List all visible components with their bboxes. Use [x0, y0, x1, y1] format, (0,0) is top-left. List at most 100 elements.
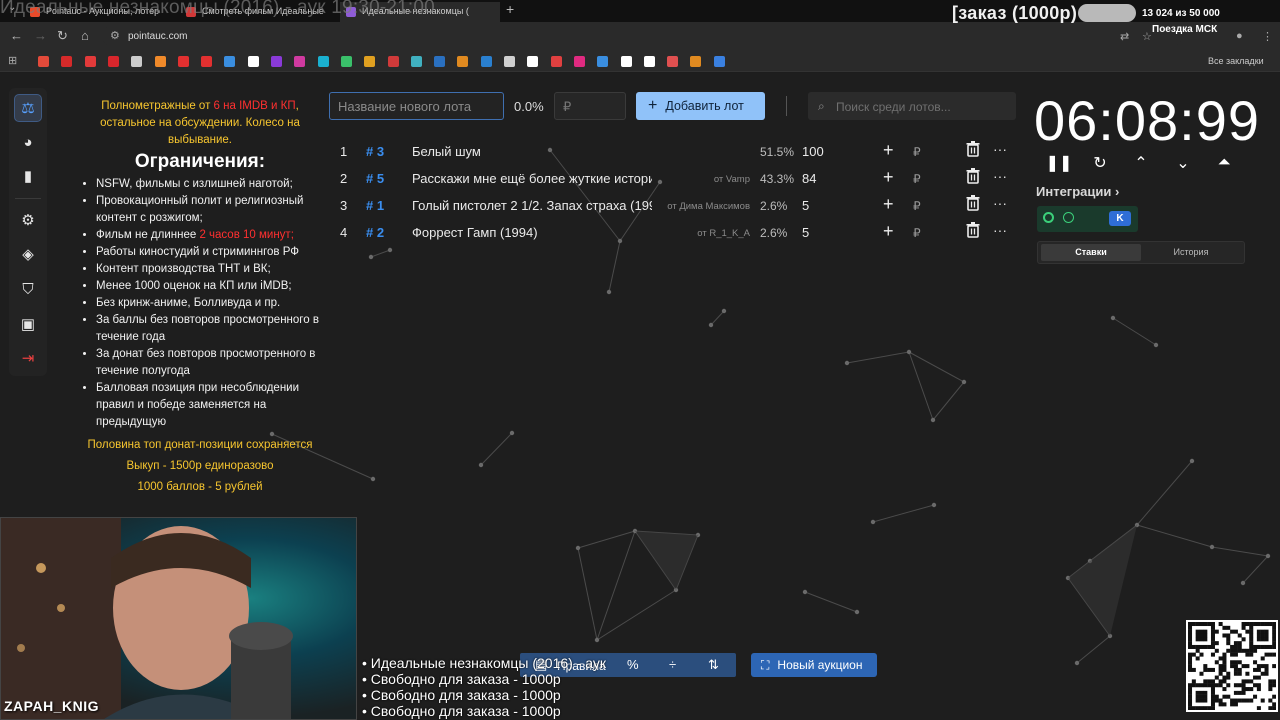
bookmark-favicon-icon[interactable]: [573, 56, 585, 67]
bookmark-favicon-icon[interactable]: [317, 56, 329, 67]
bookmark-favicon-icon[interactable]: [410, 56, 422, 67]
lot-amount[interactable]: 100: [802, 144, 824, 159]
new-lot-name-input[interactable]: [329, 92, 504, 120]
currency-icon: ₽: [913, 172, 921, 186]
lot-index: 4: [340, 225, 348, 240]
bookmark-favicon-icon[interactable]: [224, 56, 236, 67]
bookmark-favicon-icon[interactable]: [690, 56, 702, 67]
reload-icon[interactable]: ↻: [57, 28, 68, 44]
lot-amount[interactable]: 5: [802, 225, 809, 240]
add-lot-button[interactable]: + Добавить лот: [636, 92, 765, 120]
lot-amount[interactable]: 84: [802, 171, 816, 186]
address-bar[interactable]: [102, 26, 1182, 46]
sidebar-media-icon[interactable]: ▣: [14, 310, 42, 338]
bookmark-favicon-icon[interactable]: [364, 56, 376, 67]
home-icon[interactable]: ⌂: [81, 28, 89, 43]
bookmark-favicon-icon[interactable]: [201, 56, 213, 67]
add-amount-icon[interactable]: +: [883, 167, 894, 188]
pause-icon[interactable]: ❚❚: [1046, 153, 1073, 173]
bookmark-favicon-icon[interactable]: [434, 56, 446, 67]
stream-title-overlay: Идеальные незнакомцы (2016) - аук 19:30-…: [0, 0, 435, 18]
bookmark-favicon-icon[interactable]: [247, 56, 259, 67]
bookmark-favicon-icon[interactable]: [643, 56, 655, 67]
bookmark-favicon-icon[interactable]: [177, 56, 189, 67]
site-info-icon[interactable]: ⚙: [110, 29, 120, 42]
bookmark-favicon-icon[interactable]: [457, 56, 469, 67]
integrations-toggle[interactable]: Интеграции ›: [1036, 184, 1119, 199]
bookmark-favicon-icon[interactable]: [387, 56, 399, 67]
bookmark-favicon-icon[interactable]: [597, 56, 609, 67]
delete-lot-icon[interactable]: [966, 141, 980, 160]
add-time-icon[interactable]: ⌃: [1131, 153, 1151, 173]
integration-active-icon[interactable]: [1043, 212, 1054, 223]
lot-row[interactable]: 2 # 5 Расскажи мне ещё более жуткие истори…: [330, 164, 1018, 191]
bookmark-favicon-icon[interactable]: [154, 56, 166, 67]
delete-lot-icon[interactable]: [966, 168, 980, 187]
all-bookmarks-link[interactable]: Все закладки: [1208, 56, 1264, 66]
sidebar-shield-icon[interactable]: ⛉: [14, 275, 42, 303]
bookmark-favicon-icon[interactable]: [107, 56, 119, 67]
bookmark-favicon-icon[interactable]: [84, 56, 96, 67]
lot-row[interactable]: 4 # 2 Форрест Гамп (1994) от R_1_K_A 2.6% 5 + ₽…: [330, 218, 1018, 245]
more-options-icon[interactable]: ···: [993, 222, 1007, 238]
add-amount-icon[interactable]: +: [883, 221, 894, 242]
sidebar-auction-icon[interactable]: ⚖: [14, 94, 42, 122]
tab-history[interactable]: История: [1141, 244, 1241, 261]
more-options-icon[interactable]: ···: [993, 141, 1007, 157]
delete-lot-icon[interactable]: [966, 222, 980, 241]
bookmark-favicon-icon[interactable]: [504, 56, 515, 67]
new-auction-button[interactable]: ⛶ Новый аукцион: [751, 653, 877, 677]
bookmark-star-icon[interactable]: ☆: [1142, 30, 1152, 43]
new-tab-button[interactable]: +: [506, 1, 514, 17]
add-amount-icon[interactable]: +: [883, 140, 894, 161]
bookmark-favicon-icon[interactable]: [131, 56, 143, 67]
lot-name[interactable]: Расскажи мне ещё более жуткие истории (2…: [412, 171, 652, 186]
sidebar-wheel-icon[interactable]: ◕: [14, 128, 42, 156]
bookmark-favicon-icon[interactable]: [480, 56, 492, 67]
menu-kebab-icon[interactable]: ⋮: [1262, 30, 1273, 43]
bookmark-favicon-icon[interactable]: [61, 56, 73, 67]
bookmark-favicon-icon[interactable]: [620, 56, 632, 67]
bookmark-favicon-icon[interactable]: [667, 56, 679, 67]
lot-name[interactable]: Белый шум: [412, 144, 481, 159]
screen: ⌄ Pointauc - Аукционы, лотере Смотреть ф…: [0, 0, 1280, 720]
integration-idle-icon[interactable]: [1063, 212, 1074, 223]
apps-grid-icon[interactable]: ⊞: [8, 54, 17, 67]
bookmarks-bar: ⊞ Все закладки: [0, 50, 1280, 72]
currency-icon: ₽: [913, 199, 921, 213]
forward-arrow-icon[interactable]: →: [34, 28, 47, 43]
back-arrow-icon[interactable]: ←: [10, 28, 23, 43]
percent-icon[interactable]: %: [627, 657, 639, 672]
translate-icon[interactable]: ⇄: [1120, 30, 1129, 43]
delete-lot-icon[interactable]: [966, 195, 980, 214]
lot-name[interactable]: Голый пистолет 2 1/2. Запах страха (1991…: [412, 198, 652, 213]
lot-name[interactable]: Форрест Гамп (1994): [412, 225, 538, 240]
lot-amount[interactable]: 5: [802, 198, 809, 213]
bookmark-favicon-icon[interactable]: [340, 56, 352, 67]
bookmark-favicon-icon[interactable]: [550, 56, 562, 67]
more-options-icon[interactable]: ···: [993, 195, 1007, 211]
divide-icon[interactable]: ÷: [669, 657, 676, 672]
bookmark-favicon-icon[interactable]: [271, 56, 282, 67]
bookmark-favicon-icon[interactable]: [294, 56, 306, 67]
lot-number: # 1: [366, 198, 385, 213]
lot-row[interactable]: 3 # 1 Голый пистолет 2 1/2. Запах страха (…: [330, 191, 1018, 218]
collapse-icon[interactable]: ⏶: [1214, 153, 1234, 173]
sidebar-layers-icon[interactable]: ◈: [14, 240, 42, 268]
new-lot-amount-input[interactable]: [554, 92, 626, 120]
vk-integration-icon[interactable]: K: [1109, 211, 1131, 226]
reset-timer-icon[interactable]: ↻: [1090, 153, 1110, 173]
sidebar-stats-icon[interactable]: ▮: [14, 162, 42, 190]
sidebar-settings-icon[interactable]: ⚙: [14, 206, 42, 234]
bookmark-favicon-icon[interactable]: [713, 56, 725, 67]
profile-icon[interactable]: ●: [1236, 30, 1243, 42]
sort-icon[interactable]: ⇅: [708, 657, 719, 673]
bookmark-favicon-icon[interactable]: [38, 56, 49, 67]
subtract-time-icon[interactable]: ⌄: [1173, 153, 1193, 173]
lot-row[interactable]: 1 # 3 Белый шум 51.5% 100 + ₽ ···: [330, 137, 1018, 164]
more-options-icon[interactable]: ···: [993, 168, 1007, 184]
sidebar-logout-icon[interactable]: ⇥: [14, 344, 42, 372]
bookmark-favicon-icon[interactable]: [527, 56, 539, 67]
add-amount-icon[interactable]: +: [883, 194, 894, 215]
tab-bids[interactable]: Ставки: [1041, 244, 1141, 261]
